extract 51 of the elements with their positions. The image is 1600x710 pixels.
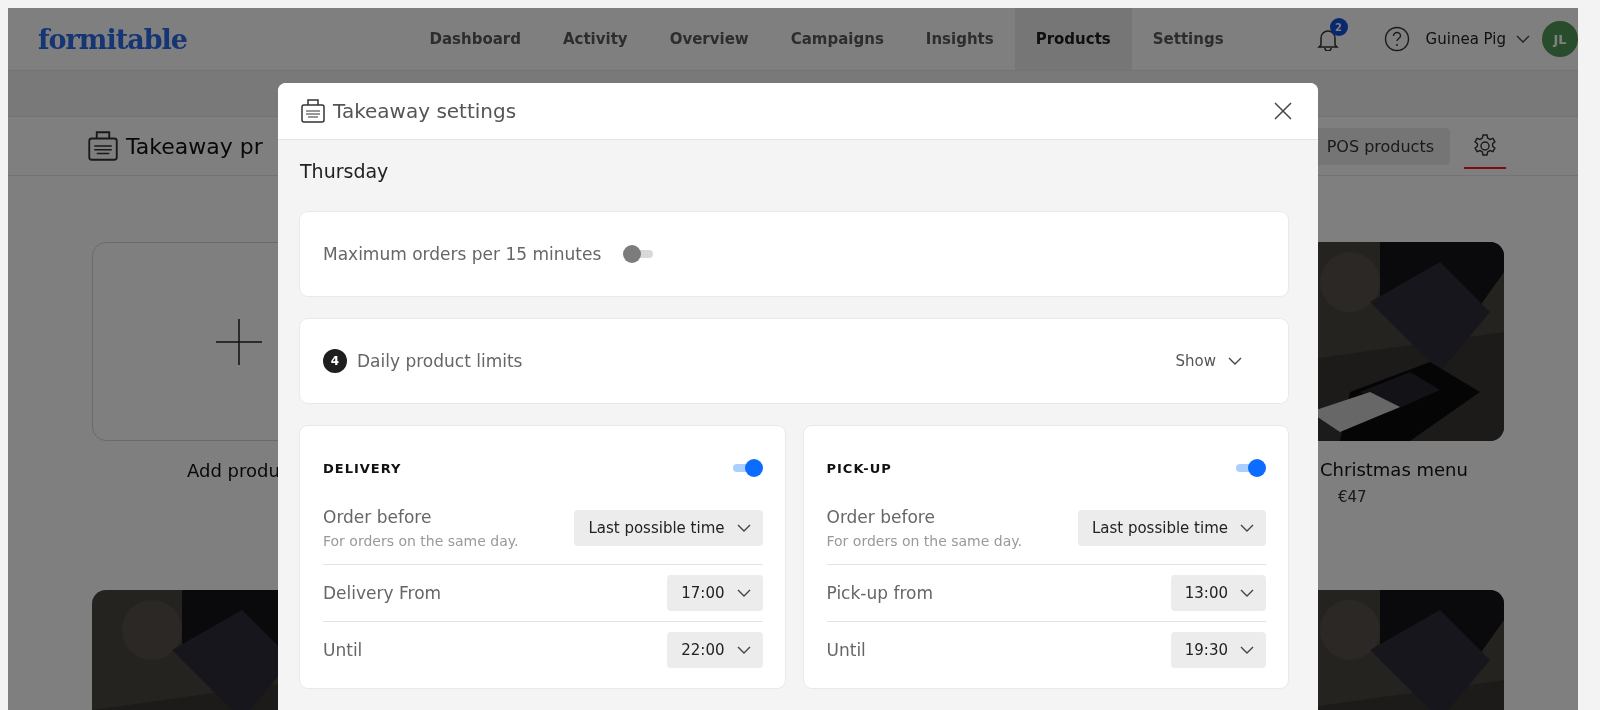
nav-tab[interactable]: Overview	[648, 8, 770, 70]
dropdown[interactable]: 13:00	[1170, 575, 1266, 611]
chevron-down-icon	[1516, 35, 1530, 43]
setting-label: Order before	[826, 507, 936, 527]
dropdown[interactable]: Last possible time	[1077, 510, 1266, 546]
section-title: PICK-UP	[826, 460, 892, 476]
chevron-down-icon	[1240, 524, 1254, 532]
close-icon[interactable]	[1274, 102, 1292, 120]
chevron-down-icon	[736, 646, 751, 654]
chevron-down-icon	[736, 524, 751, 532]
setting-label: Until	[826, 640, 866, 660]
page-title: Takeaway pr	[126, 133, 263, 159]
notification-badge: 2	[1329, 18, 1348, 36]
dropdown[interactable]: 22:00	[667, 632, 763, 668]
dropdown[interactable]: 19:30	[1170, 632, 1266, 668]
setting-label: Pick-up from	[826, 583, 933, 603]
product-price: €47	[1338, 488, 1368, 506]
show-toggle[interactable]: Show	[1175, 352, 1242, 370]
chevron-down-icon	[1228, 357, 1242, 365]
help-icon[interactable]	[1383, 26, 1410, 52]
chevron-down-icon	[736, 589, 751, 597]
dropdown[interactable]: 17:00	[667, 575, 763, 611]
user-name[interactable]: Guinea Pig	[1425, 30, 1506, 48]
bag-icon	[301, 99, 325, 123]
nav-tab[interactable]: Dashboard	[408, 8, 542, 70]
toggle-switch[interactable]	[1234, 458, 1266, 478]
nav-tab[interactable]: Insights	[904, 8, 1015, 70]
settings-icon[interactable]	[1472, 133, 1498, 159]
dropdown[interactable]: Last possible time	[574, 510, 763, 546]
hint-text: For orders on the same day.	[323, 533, 519, 549]
day-heading: Thursday	[300, 160, 390, 182]
setting-label: Daily product limits	[357, 351, 523, 371]
count-badge: 4	[323, 349, 347, 373]
card-label: Add produ	[187, 460, 281, 481]
logo: formitable	[38, 23, 188, 55]
nav-tab[interactable]: Activity	[541, 8, 649, 70]
nav-tab[interactable]: Products	[1014, 8, 1132, 70]
setting-label: Order before	[323, 507, 433, 527]
setting-label: Maximum orders per 15 minutes	[323, 244, 602, 264]
setting-label: Delivery From	[323, 583, 442, 603]
nav-tab[interactable]: Settings	[1131, 8, 1245, 70]
hint-text: For orders on the same day.	[826, 533, 1022, 549]
bag-icon	[88, 131, 118, 161]
chevron-down-icon	[1240, 589, 1254, 597]
chevron-down-icon	[1240, 646, 1254, 654]
setting-label: Until	[323, 640, 363, 660]
product-name: Christmas menu	[1320, 459, 1469, 480]
nav-tab[interactable]: Campaigns	[769, 8, 905, 70]
modal-title: Takeaway settings	[333, 99, 517, 123]
plus-icon	[216, 318, 262, 365]
section-title: DELIVERY	[323, 460, 402, 476]
